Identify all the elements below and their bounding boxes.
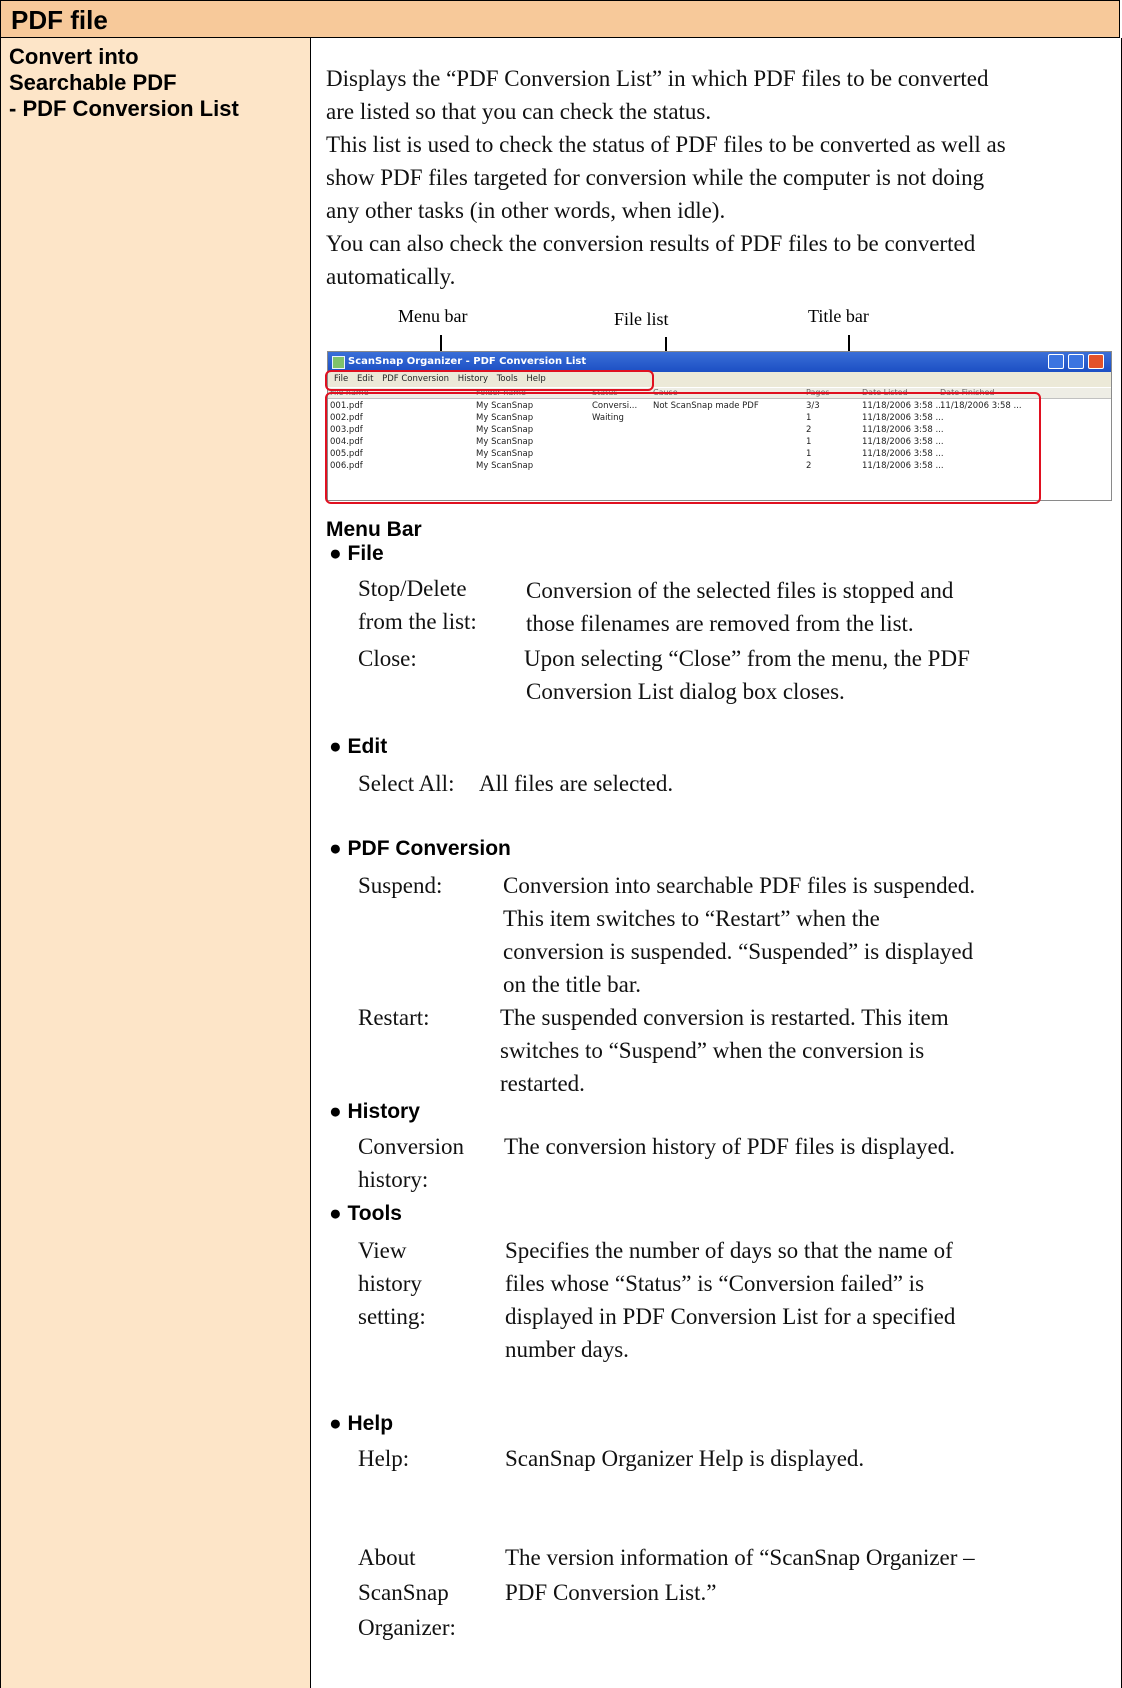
topic-column: Convert into Searchable PDF - PDF Conver… (0, 38, 311, 1688)
description-line: restarted. (500, 1071, 585, 1096)
intro-line: are listed so that you can check the sta… (326, 99, 712, 124)
select-all-description: All files are selected. (479, 771, 674, 796)
topic-title-line: Searchable PDF (9, 70, 177, 95)
description-line: switches to “Suspend” when the conversio… (500, 1038, 925, 1063)
window-title-bar: ScanSnap Organizer - PDF Conversion List (328, 352, 1111, 372)
stop-delete-description: Conversion of the selected files is stop… (526, 574, 953, 640)
intro-line: automatically. (326, 264, 456, 289)
page: PDF file Convert into Searchable PDF - P… (0, 0, 1122, 1688)
description-line: The version information of “ScanSnap Org… (505, 1545, 975, 1570)
description-line: Conversion into searchable PDF files is … (503, 873, 976, 898)
description-line: PDF Conversion List.” (505, 1580, 717, 1605)
description-line: number days. (505, 1337, 629, 1362)
about-label: About ScanSnap Organizer: (358, 1540, 456, 1645)
view-history-setting-label: View history setting: (358, 1234, 426, 1333)
label-line: setting: (358, 1304, 426, 1329)
intro-line: any other tasks (in other words, when id… (326, 198, 726, 223)
conversion-list-window: ScanSnap Organizer - PDF Conversion List… (325, 351, 1112, 504)
menu-bar-highlight (325, 370, 654, 391)
help-label: Help: (358, 1446, 410, 1471)
description-line: files whose “Status” is “Conversion fail… (505, 1271, 925, 1296)
close-icon[interactable] (1088, 354, 1104, 369)
description-line: those filenames are removed from the lis… (526, 611, 914, 636)
stop-delete-label: Stop/Delete from the list: (358, 572, 477, 638)
intro-line: You can also check the conversion result… (326, 231, 976, 256)
intro-line: Displays the “PDF Conversion List” in wh… (326, 66, 989, 91)
history-section-title: ● History (329, 1100, 420, 1123)
close-description: Upon selecting “Close” from the menu, th… (524, 642, 970, 708)
window-title: ScanSnap Organizer - PDF Conversion List (348, 356, 587, 367)
label-line: history: (358, 1167, 429, 1192)
label-line: from the list: (358, 609, 477, 634)
description-line: Conversion of the selected files is stop… (526, 578, 954, 603)
restart-label: Restart: (358, 1005, 430, 1030)
help-description: ScanSnap Organizer Help is displayed. (505, 1446, 865, 1471)
select-all-label: Select All: (358, 771, 455, 796)
label-line: ScanSnap (358, 1580, 449, 1605)
maximize-icon[interactable] (1068, 354, 1084, 369)
minimize-icon[interactable] (1048, 354, 1064, 369)
label-line: About (358, 1545, 416, 1570)
close-label: Close: (358, 646, 417, 671)
conversion-history-description: The conversion history of PDF files is d… (504, 1134, 956, 1159)
help-section-title: ● Help (329, 1412, 394, 1435)
file-section-title: ● File (329, 542, 384, 565)
menu-bar-heading: Menu Bar (326, 518, 422, 541)
description-line: This item switches to “Restart” when the (503, 906, 880, 931)
description-line: Upon selecting “Close” from the menu, th… (524, 646, 970, 671)
suspend-label: Suspend: (358, 873, 443, 898)
label-line: Stop/Delete (358, 576, 467, 601)
description-line: Specifies the number of days so that the… (505, 1238, 953, 1263)
label-line: Organizer: (358, 1615, 456, 1640)
restart-description: The suspended conversion is restarted. T… (500, 1001, 949, 1100)
intro-line: This list is used to check the status of… (326, 132, 1006, 157)
conversion-history-label: Conversion history: (358, 1130, 464, 1196)
description-line: displayed in PDF Conversion List for a s… (505, 1304, 956, 1329)
tools-section-title: ● Tools (329, 1202, 402, 1225)
topic-title-line: Convert into (9, 44, 139, 69)
description-line: on the title bar. (503, 972, 641, 997)
topic-title-line: - PDF Conversion List (9, 96, 239, 121)
edit-section-title: ● Edit (329, 735, 388, 758)
about-description: The version information of “ScanSnap Org… (505, 1540, 975, 1610)
intro-paragraph: Displays the “PDF Conversion List” in wh… (326, 62, 1116, 293)
file-list-callout: File list (614, 309, 669, 329)
label-line: history (358, 1271, 422, 1296)
suspend-description: Conversion into searchable PDF files is … (503, 869, 975, 1001)
description-line: conversion is suspended. “Suspended” is … (503, 939, 974, 964)
app-icon (332, 356, 345, 369)
description-line: The suspended conversion is restarted. T… (500, 1005, 949, 1030)
label-line: View (358, 1238, 407, 1263)
menu-bar-callout: Menu bar (398, 306, 468, 326)
description-line: Conversion List dialog box closes. (526, 679, 845, 704)
view-history-setting-description: Specifies the number of days so that the… (505, 1234, 955, 1366)
label-line: Conversion (358, 1134, 465, 1159)
header-title: PDF file (11, 5, 108, 35)
title-bar-callout: Title bar (808, 306, 869, 326)
section-header: PDF file (0, 0, 1120, 38)
file-list-highlight (325, 392, 1041, 504)
content-column: Displays the “PDF Conversion List” in wh… (311, 38, 1122, 1688)
intro-line: show PDF files targeted for conversion w… (326, 165, 985, 190)
pdf-conversion-section-title: ● PDF Conversion (329, 837, 511, 860)
